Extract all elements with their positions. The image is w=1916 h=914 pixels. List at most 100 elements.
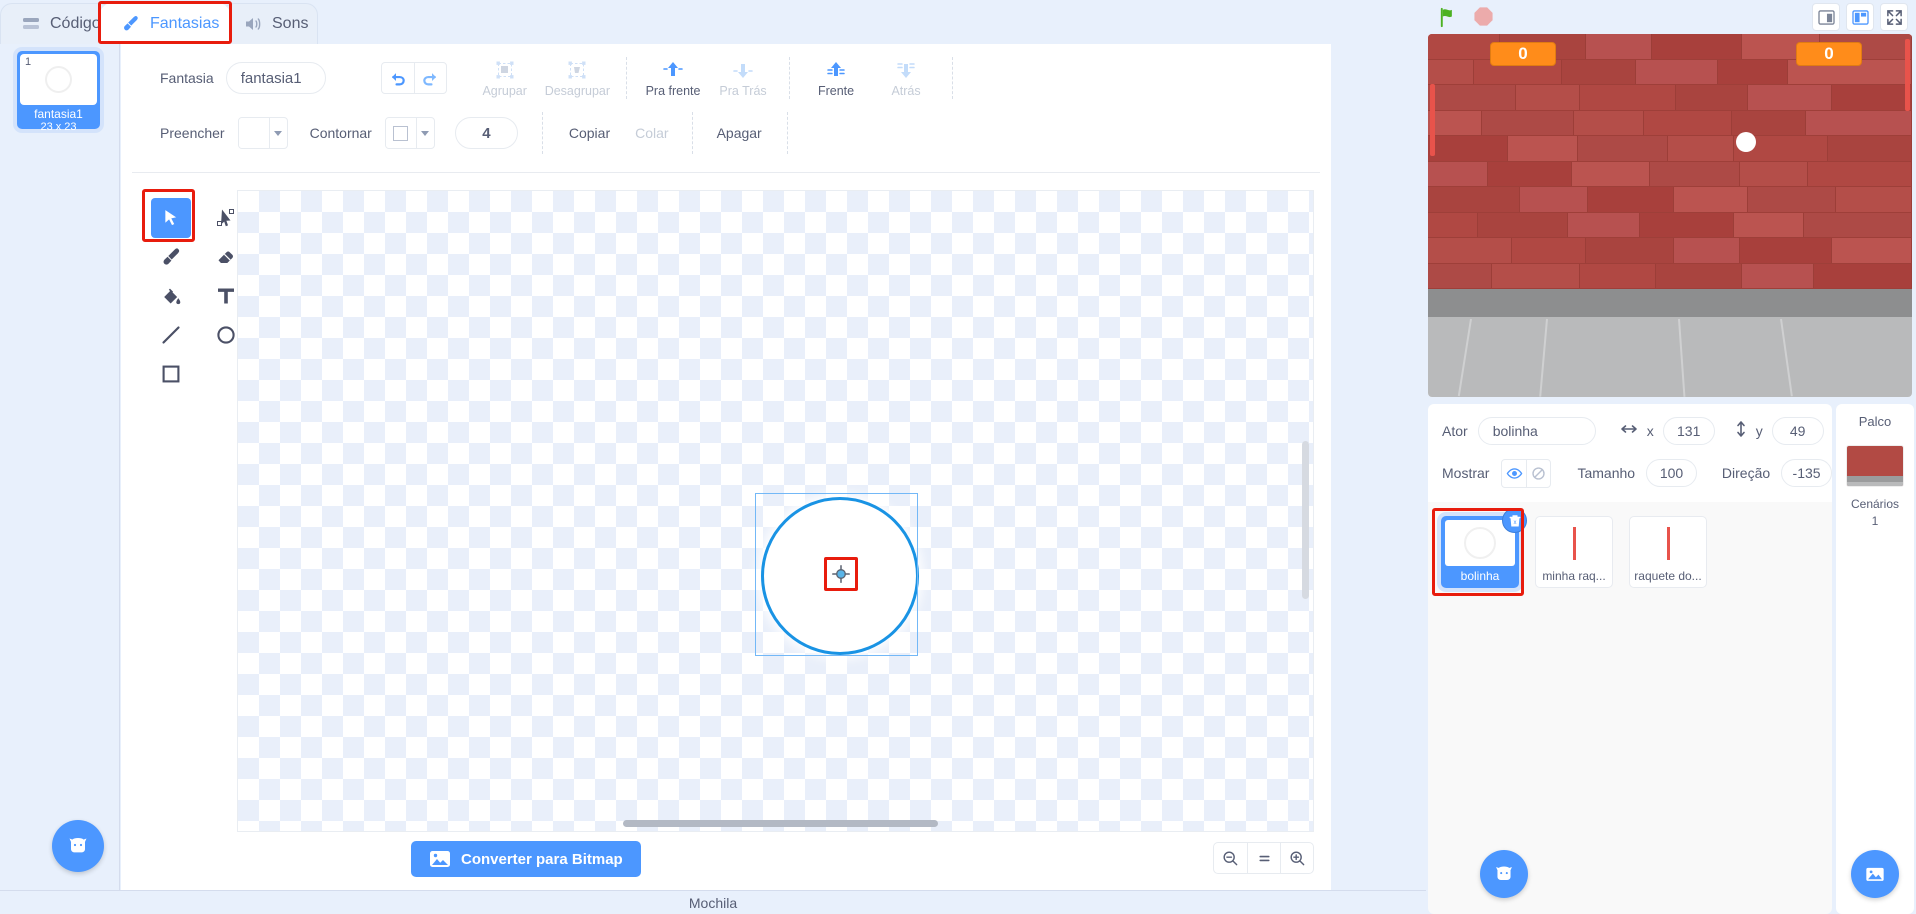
back-button[interactable]: Atrás [876,58,936,98]
stage-add-icon [1866,867,1884,881]
zoom-reset-button[interactable] [1247,843,1280,873]
add-backdrop-button[interactable] [1851,850,1899,898]
fill-color-swatch[interactable] [238,118,269,148]
stage-column: 0 0 Ator bolinha x 131 y 49 Mostrar Tama… [1426,0,1916,914]
zoom-out-button[interactable] [1214,843,1247,873]
toolbar-divider-4 [541,112,543,154]
sprite-info-row-position: Ator bolinha x 131 y 49 [1428,416,1832,446]
canvas-vertical-scrollbar[interactable] [1302,441,1309,599]
paint-toolbar-row-1: Fantasia fantasia1 Agrupar Desagrupar Pr… [121,56,1331,100]
outline-color-swatch[interactable] [385,118,416,148]
costume-name: fantasia1 [34,107,83,121]
line-icon [162,326,180,344]
forward-button[interactable]: Pra frente [643,58,703,98]
redo-button[interactable] [413,63,446,93]
front-button[interactable]: Frente [806,58,866,98]
delete-button[interactable]: Apagar [717,125,762,141]
paste-button[interactable]: Colar [635,125,668,141]
sprite-name: raquete do... [1634,569,1702,583]
paint-canvas[interactable] [237,190,1314,832]
stop-button[interactable] [1473,6,1494,31]
brush-tool[interactable] [151,237,191,277]
outline-color-dropdown[interactable] [415,118,434,148]
size-input[interactable]: 100 [1646,459,1697,487]
image-icon [430,851,450,867]
costume-number: 1 [25,56,32,68]
zoom-in-button[interactable] [1280,843,1313,873]
tab-fantasias[interactable]: Fantasias [100,3,230,44]
backward-button[interactable]: Pra Trás [713,58,773,98]
large-stage-button[interactable] [1846,3,1874,31]
costume-name-label: Fantasia [160,70,214,86]
show-sprite-button[interactable] [1502,460,1526,487]
forward-label: Pra frente [645,84,701,98]
y-position-input[interactable]: 49 [1771,417,1824,445]
fullscreen-button[interactable] [1880,3,1908,31]
sprite-info-pane: Ator bolinha x 131 y 49 Mostrar Tamanho … [1428,404,1832,502]
stage-pane[interactable]: Palco Cenários 1 [1836,404,1914,914]
circle-thumb-icon [45,66,72,93]
backdrop-count-label: Cenários [1850,497,1900,511]
add-costume-button[interactable] [52,820,104,872]
x-position-input[interactable]: 131 [1662,417,1715,445]
tab-codigo-label: Código [50,15,101,32]
hide-sprite-button[interactable] [1526,459,1550,487]
tool-palette [132,186,240,884]
group-button[interactable]: Agrupar [475,58,535,98]
delete-sprite-button[interactable]: x [1502,508,1527,533]
canvas-zoom-controls [1213,842,1314,874]
toolbar-separator [132,172,1320,173]
tab-codigo[interactable]: Código [0,3,112,44]
rectangle-tool[interactable] [151,354,191,394]
copy-button[interactable]: Copiar [569,125,610,141]
convert-to-bitmap-label: Converter para Bitmap [461,850,623,868]
line-tool[interactable] [151,315,191,355]
speaker-icon [243,14,263,34]
sprite-name: minha raq... [1542,569,1606,583]
vertical-arrows-icon [1735,420,1747,442]
paddle-right [1905,39,1910,111]
toolbar-divider-6 [786,112,788,154]
horizontal-arrows-icon [1620,422,1638,440]
canvas-horizontal-scrollbar[interactable] [623,820,938,827]
sprite-name-input[interactable]: bolinha [1477,417,1596,445]
stage-canvas[interactable]: 0 0 [1428,34,1912,397]
equals-icon [1258,855,1270,861]
convert-to-bitmap-button[interactable]: Converter para Bitmap [411,841,641,877]
select-tool[interactable] [151,198,191,238]
svg-text:x: x [1513,520,1516,526]
fill-color-dropdown[interactable] [268,118,287,148]
costume-item-1[interactable]: 1 fantasia1 23 x 23 [17,51,100,133]
stroke-width-input[interactable]: 4 [454,117,518,149]
green-flag-button[interactable] [1437,6,1460,33]
small-stage-button[interactable] [1812,3,1840,31]
tab-sons[interactable]: Sons [222,3,318,44]
costume-size: 23 x 23 [40,121,77,133]
paint-bucket-icon [163,288,180,304]
costume-name-input[interactable]: fantasia1 [225,62,326,94]
sprite-thumbnail [1539,520,1609,566]
undo-icon [392,72,405,85]
sprite-info-row-properties: Mostrar Tamanho 100 Direção -135 [1428,458,1832,488]
circle-thumb-icon [1464,527,1496,559]
sprite-minha-raquete[interactable]: minha raq... [1535,516,1613,588]
fill-tool[interactable] [151,276,191,316]
backpack-bar[interactable]: Mochila [0,890,1426,914]
undo-button[interactable] [382,63,414,93]
sprite-raquete-do[interactable]: raquete do... [1629,516,1707,588]
ball-sprite [1736,132,1756,152]
costume-thumbnail [20,54,97,105]
large-stage-icon [1851,9,1869,25]
zoom-in-icon [1289,850,1304,865]
sprite-bolinha[interactable]: bolinha x [1441,508,1527,588]
circle-icon [217,326,235,344]
paint-editor: Fantasia fantasia1 Agrupar Desagrupar Pr… [121,44,1331,894]
direction-input[interactable]: -135 [1781,459,1832,487]
scratch-editor: Código Fantasias Sons 1 fantasia1 23 x 2… [0,0,1916,914]
paintbrush-icon [121,14,141,34]
toolbar-divider-1 [626,57,628,99]
back-icon [895,58,917,82]
add-sprite-button[interactable] [1480,850,1528,898]
paint-toolbar-row-2: Preencher Contornar 4 Copiar Colar Apaga… [121,110,1331,156]
ungroup-button[interactable]: Desagrupar [545,58,610,98]
